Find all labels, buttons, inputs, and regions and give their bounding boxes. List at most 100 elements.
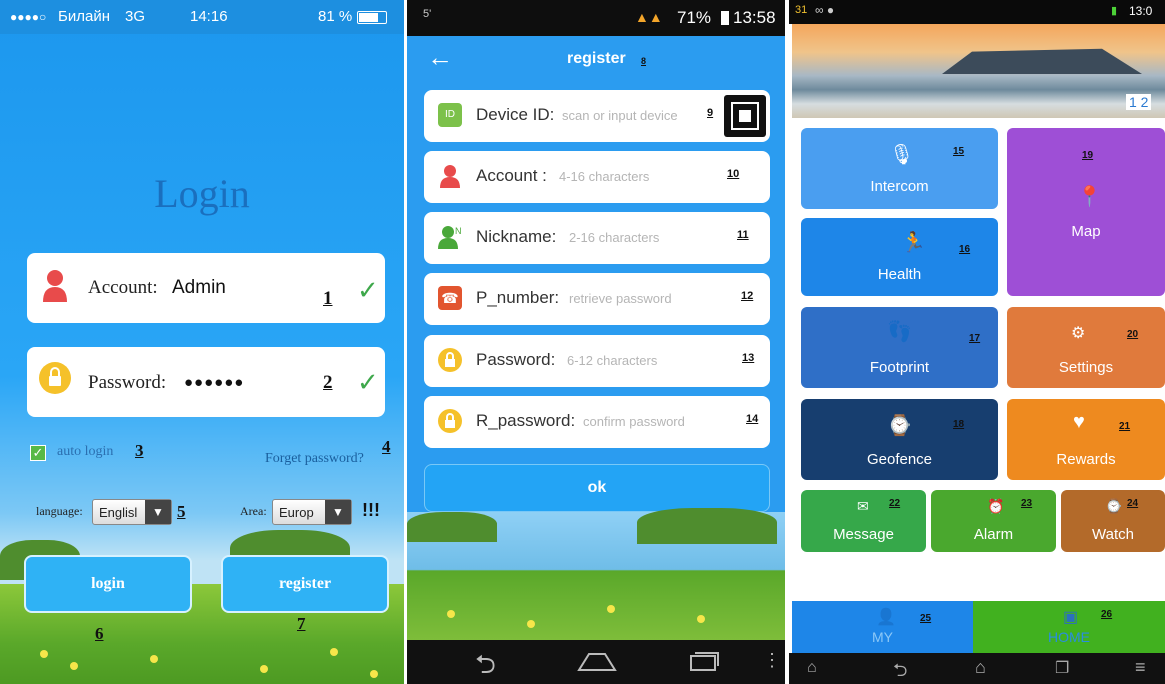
login-button[interactable]: login: [24, 555, 192, 613]
account-field[interactable]: Account : 4-16 characters 10: [424, 151, 770, 203]
device-id-field[interactable]: ID Device ID: scan or input device 9: [424, 90, 770, 142]
person-n-icon: N: [438, 225, 462, 249]
tile-label: Footprint: [869, 359, 930, 376]
register-button[interactable]: register: [221, 555, 389, 613]
up-icon[interactable]: ⌂: [807, 659, 817, 677]
account-value: Admin: [172, 277, 226, 298]
auto-login-label: auto login: [57, 444, 114, 459]
annotation-number: 5: [177, 502, 186, 521]
battery-icon: [721, 11, 729, 25]
status-bar: ●●●●○ Билайн 3G 14:16 81 %: [0, 0, 404, 34]
annotation-number: 18: [953, 419, 965, 430]
banner-pagination[interactable]: 1 2: [1126, 94, 1152, 110]
field-label: Nickname:: [476, 227, 557, 246]
recent-apps-icon[interactable]: [687, 650, 721, 672]
home-icon[interactable]: ⌂: [975, 657, 986, 678]
area-label: Area:: [240, 504, 267, 518]
battery-percent: 71%: [677, 8, 712, 27]
person-icon: [438, 164, 462, 188]
tab-home[interactable]: ▣ 26 HOME: [973, 601, 1165, 653]
chevron-down-icon: ▼: [145, 500, 171, 524]
heart-icon: ♥: [1073, 411, 1085, 433]
ok-button[interactable]: ok: [424, 464, 770, 512]
back-icon[interactable]: ⮌: [893, 658, 907, 684]
password-label: Password:: [88, 372, 167, 393]
footprint-tile[interactable]: 👣 17 Footprint: [801, 307, 998, 388]
clock: 13:0: [1129, 4, 1153, 18]
map-pin-icon: 📍: [1077, 186, 1102, 208]
field-placeholder: 4-16 characters: [559, 169, 650, 184]
annotation-number: 4: [382, 437, 391, 456]
watch-tile[interactable]: ⌚ 24 Watch: [1061, 490, 1165, 552]
chevron-down-icon: ▼: [325, 500, 351, 524]
home-icon[interactable]: [577, 650, 617, 672]
account-field[interactable]: Account: Admin 1 ✓: [27, 253, 385, 323]
password-value: ●●●●●●: [184, 374, 245, 391]
gear-icon: ⚙: [1071, 325, 1086, 342]
annotation-number: 16: [959, 244, 971, 255]
message-tile[interactable]: ✉ 22 Message: [801, 490, 926, 552]
check-icon: ✓: [357, 275, 379, 305]
tab-label: HOME: [1048, 629, 1090, 645]
annotation-number: 21: [1119, 421, 1131, 432]
field-label: R_password:: [476, 411, 576, 430]
qr-scan-icon[interactable]: [724, 95, 766, 137]
geofence-tile[interactable]: ⌚ 18 Geofence: [801, 399, 998, 480]
nickname-field[interactable]: N Nickname: 2-16 characters 11: [424, 212, 770, 264]
area-select[interactable]: Europ ▼: [272, 499, 352, 525]
field-placeholder: scan or input device: [562, 108, 678, 123]
auto-login-checkbox[interactable]: ✓: [30, 445, 46, 461]
annotation-number: 26: [1101, 609, 1113, 620]
settings-tile[interactable]: ⚙ 20 Settings: [1007, 307, 1165, 388]
geofence-icon: ⌚: [887, 415, 912, 437]
field-placeholder: 6-12 characters: [567, 353, 658, 368]
signal-icon: ▲▲: [635, 9, 663, 25]
lock-icon: [438, 348, 462, 372]
field-placeholder: retrieve password: [569, 291, 672, 306]
book-icon: ▣: [1063, 609, 1079, 626]
battery-icon: ▮: [1111, 5, 1118, 17]
running-icon: 🏃: [901, 232, 926, 254]
back-arrow-icon[interactable]: ←: [427, 42, 453, 73]
annotation-number: 15: [953, 146, 965, 157]
language-select[interactable]: Englisl ▼: [92, 499, 172, 525]
alarm-tile[interactable]: ⏰ 23 Alarm: [931, 490, 1056, 552]
annotation-number: 7: [297, 614, 306, 633]
notification-label: 5': [423, 8, 432, 20]
page-title: register: [567, 50, 626, 67]
notification-icons: ∞ ●: [815, 3, 835, 17]
annotation-number: 11: [737, 229, 749, 241]
tile-label: Settings: [1058, 359, 1114, 376]
tab-my[interactable]: 👤 25 MY: [792, 601, 973, 653]
phone-number-field[interactable]: ☎ P_number: retrieve password 12: [424, 273, 770, 325]
battery-percent: 81 %: [318, 8, 353, 25]
intercom-tile[interactable]: 🎙 15 Intercom: [801, 128, 998, 209]
footprint-icon: 👣: [887, 321, 912, 343]
navigation-bar: ⌂ ⮌ ⌂ ❐ ≡: [789, 653, 1165, 684]
menu-icon[interactable]: ≡: [1135, 657, 1146, 678]
clock: 13:58: [733, 8, 776, 27]
map-tile[interactable]: 19 📍 Map: [1007, 128, 1165, 296]
recent-apps-icon[interactable]: ❐: [1055, 658, 1069, 678]
annotation-number: 22: [889, 498, 901, 509]
field-placeholder: confirm password: [583, 414, 685, 429]
forget-password-link[interactable]: Forget password?: [265, 451, 364, 467]
rewards-tile[interactable]: ♥ 21 Rewards: [1007, 399, 1165, 480]
message-icon: ✉: [857, 498, 869, 514]
banner-image[interactable]: 1 2: [792, 24, 1165, 118]
password-field[interactable]: Password: 6-12 characters 13: [424, 335, 770, 387]
microphone-icon: 🎙: [889, 144, 915, 166]
back-icon[interactable]: ⮌: [475, 646, 496, 684]
health-tile[interactable]: 🏃 16 Health: [801, 218, 998, 296]
annotation-number: 3: [135, 441, 144, 460]
annotation-number: 17: [969, 333, 981, 344]
clock: 14:16: [190, 8, 228, 25]
svg-text:N: N: [455, 226, 462, 236]
language-value: Englisl: [99, 505, 138, 520]
menu-icon[interactable]: ⋮: [763, 650, 781, 671]
password-field[interactable]: Password: ●●●●●● 2 ✓: [27, 347, 385, 417]
field-label: Account :: [476, 166, 547, 185]
confirm-password-field[interactable]: R_password: confirm password 14: [424, 396, 770, 448]
annotation-number: 14: [746, 413, 759, 425]
tab-label: MY: [872, 629, 893, 645]
